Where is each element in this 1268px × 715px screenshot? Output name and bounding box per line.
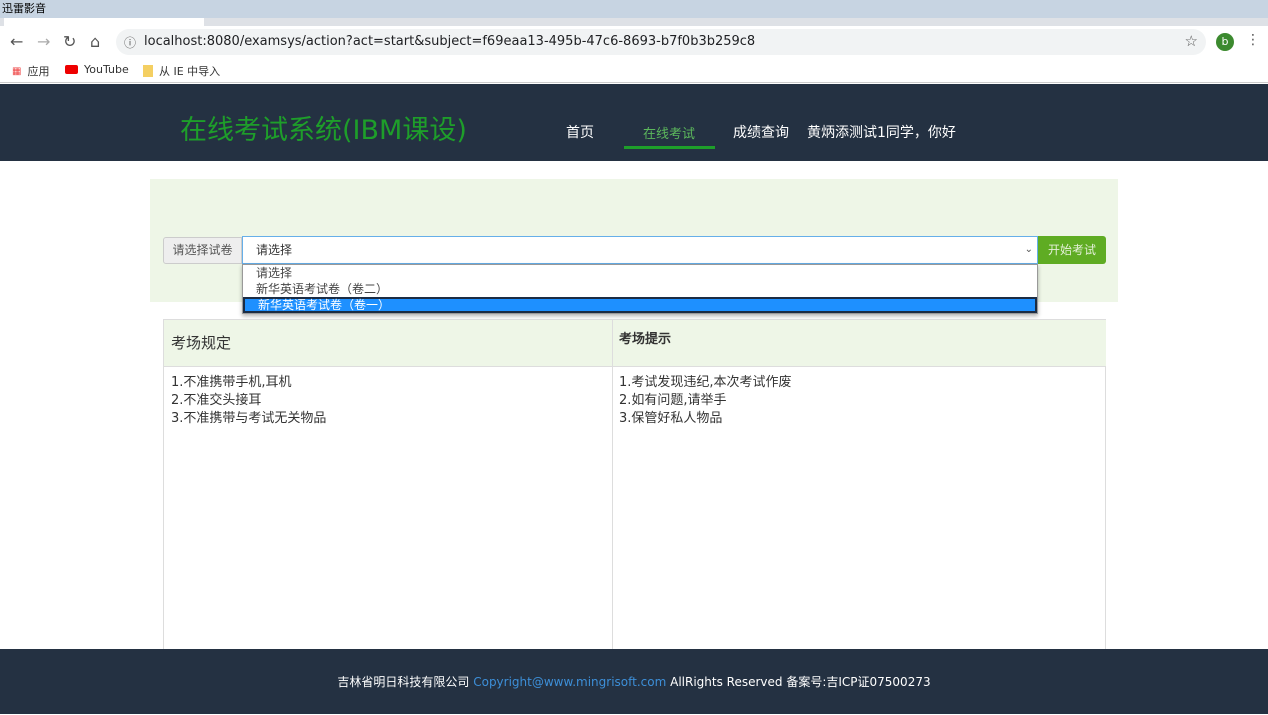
tab-strip bbox=[0, 18, 1268, 26]
bookmark-label: 从 IE 中导入 bbox=[159, 65, 221, 78]
info-icon[interactable]: ⓘ bbox=[124, 34, 136, 51]
footer-company: 吉林省明日科技有限公司 bbox=[337, 675, 470, 689]
profile-avatar[interactable]: b bbox=[1216, 33, 1234, 51]
site-brand[interactable]: 在线考试系统(IBM课设) bbox=[180, 108, 467, 147]
rule-item: 3.不准携带与考试无关物品 bbox=[171, 411, 327, 426]
rules-header: 考场规定 bbox=[164, 320, 612, 367]
tip-item: 3.保管好私人物品 bbox=[619, 411, 723, 426]
os-window-title: 迅雷影音 bbox=[0, 0, 1268, 18]
tip-item: 1.考试发现违纪,本次考试作废 bbox=[619, 375, 792, 390]
nav-online-exam[interactable]: 在线考试 bbox=[643, 123, 695, 142]
exam-paper-dropdown: 请选择 新华英语考试卷（卷二） 新华英语考试卷（卷一） bbox=[242, 264, 1038, 314]
tips-list: 1.考试发现违纪,本次考试作废 2.如有问题,请举手 3.保管好私人物品 bbox=[619, 374, 792, 428]
rule-item: 1.不准携带手机,耳机 bbox=[171, 375, 292, 390]
dropdown-option[interactable]: 请选择 bbox=[243, 265, 1037, 281]
forward-icon[interactable]: → bbox=[37, 32, 50, 51]
footer-copyright-link[interactable]: Copyright@www.mingrisoft.com bbox=[473, 675, 666, 689]
browser-toolbar: ← → ↻ ⌂ ⓘ localhost:8080/examsys/action?… bbox=[0, 26, 1268, 58]
nav-home[interactable]: 首页 bbox=[566, 122, 594, 142]
column-divider bbox=[612, 320, 613, 651]
rules-list: 1.不准携带手机,耳机 2.不准交头接耳 3.不准携带与考试无关物品 bbox=[171, 374, 326, 428]
bookmark-youtube[interactable]: YouTube bbox=[65, 63, 129, 76]
reload-icon[interactable]: ↻ bbox=[63, 32, 76, 51]
back-icon[interactable]: ← bbox=[10, 32, 23, 51]
bookmark-ie-import[interactable]: 从 IE 中导入 bbox=[143, 63, 220, 79]
rule-item: 2.不准交头接耳 bbox=[171, 393, 262, 408]
folder-icon bbox=[143, 65, 153, 77]
bookmarks-bar: ▦ 应用 YouTube 从 IE 中导入 bbox=[0, 58, 1268, 83]
chevron-down-icon: ⌄ bbox=[1024, 244, 1033, 255]
tip-item: 2.如有问题,请举手 bbox=[619, 393, 727, 408]
exam-info-table: 考场规定 考场提示 1.不准携带手机,耳机 2.不准交头接耳 3.不准携带与考试… bbox=[163, 319, 1106, 651]
site-header: 在线考试系统(IBM课设) 首页 在线考试 成绩查询 黄炳添测试1同学，你好 bbox=[0, 84, 1268, 161]
star-icon[interactable]: ☆ bbox=[1185, 32, 1198, 50]
url-text[interactable]: localhost:8080/examsys/action?act=start&… bbox=[144, 34, 755, 49]
bookmark-label: 应用 bbox=[27, 65, 50, 78]
footer-rights: AllRights Reserved 备案号:吉ICP证07500273 bbox=[670, 675, 931, 689]
menu-icon[interactable]: ⋮ bbox=[1246, 32, 1260, 48]
bookmark-label: YouTube bbox=[84, 63, 129, 76]
bookmark-apps[interactable]: ▦ 应用 bbox=[12, 63, 49, 79]
dropdown-option[interactable]: 新华英语考试卷（卷二） bbox=[243, 281, 1037, 297]
exam-paper-select[interactable]: 请选择 ⌄ bbox=[242, 236, 1038, 264]
site-footer: 吉林省明日科技有限公司 Copyright@www.mingrisoft.com… bbox=[0, 649, 1268, 714]
exam-select-label: 请选择试卷 bbox=[163, 237, 242, 264]
tips-header: 考场提示 bbox=[613, 320, 1106, 367]
nav-score-query[interactable]: 成绩查询 bbox=[733, 122, 789, 142]
dropdown-option-highlighted[interactable]: 新华英语考试卷（卷一） bbox=[243, 297, 1037, 313]
user-greeting: 黄炳添测试1同学，你好 bbox=[807, 125, 956, 141]
browser-tab[interactable] bbox=[4, 18, 204, 26]
active-nav-underline bbox=[624, 146, 715, 149]
select-value: 请选择 bbox=[256, 243, 293, 257]
home-icon[interactable]: ⌂ bbox=[90, 32, 100, 51]
youtube-icon bbox=[65, 65, 78, 74]
apps-grid-icon: ▦ bbox=[12, 65, 22, 77]
start-exam-button[interactable]: 开始考试 bbox=[1038, 236, 1106, 264]
address-bar[interactable]: ⓘ localhost:8080/examsys/action?act=star… bbox=[116, 29, 1206, 55]
